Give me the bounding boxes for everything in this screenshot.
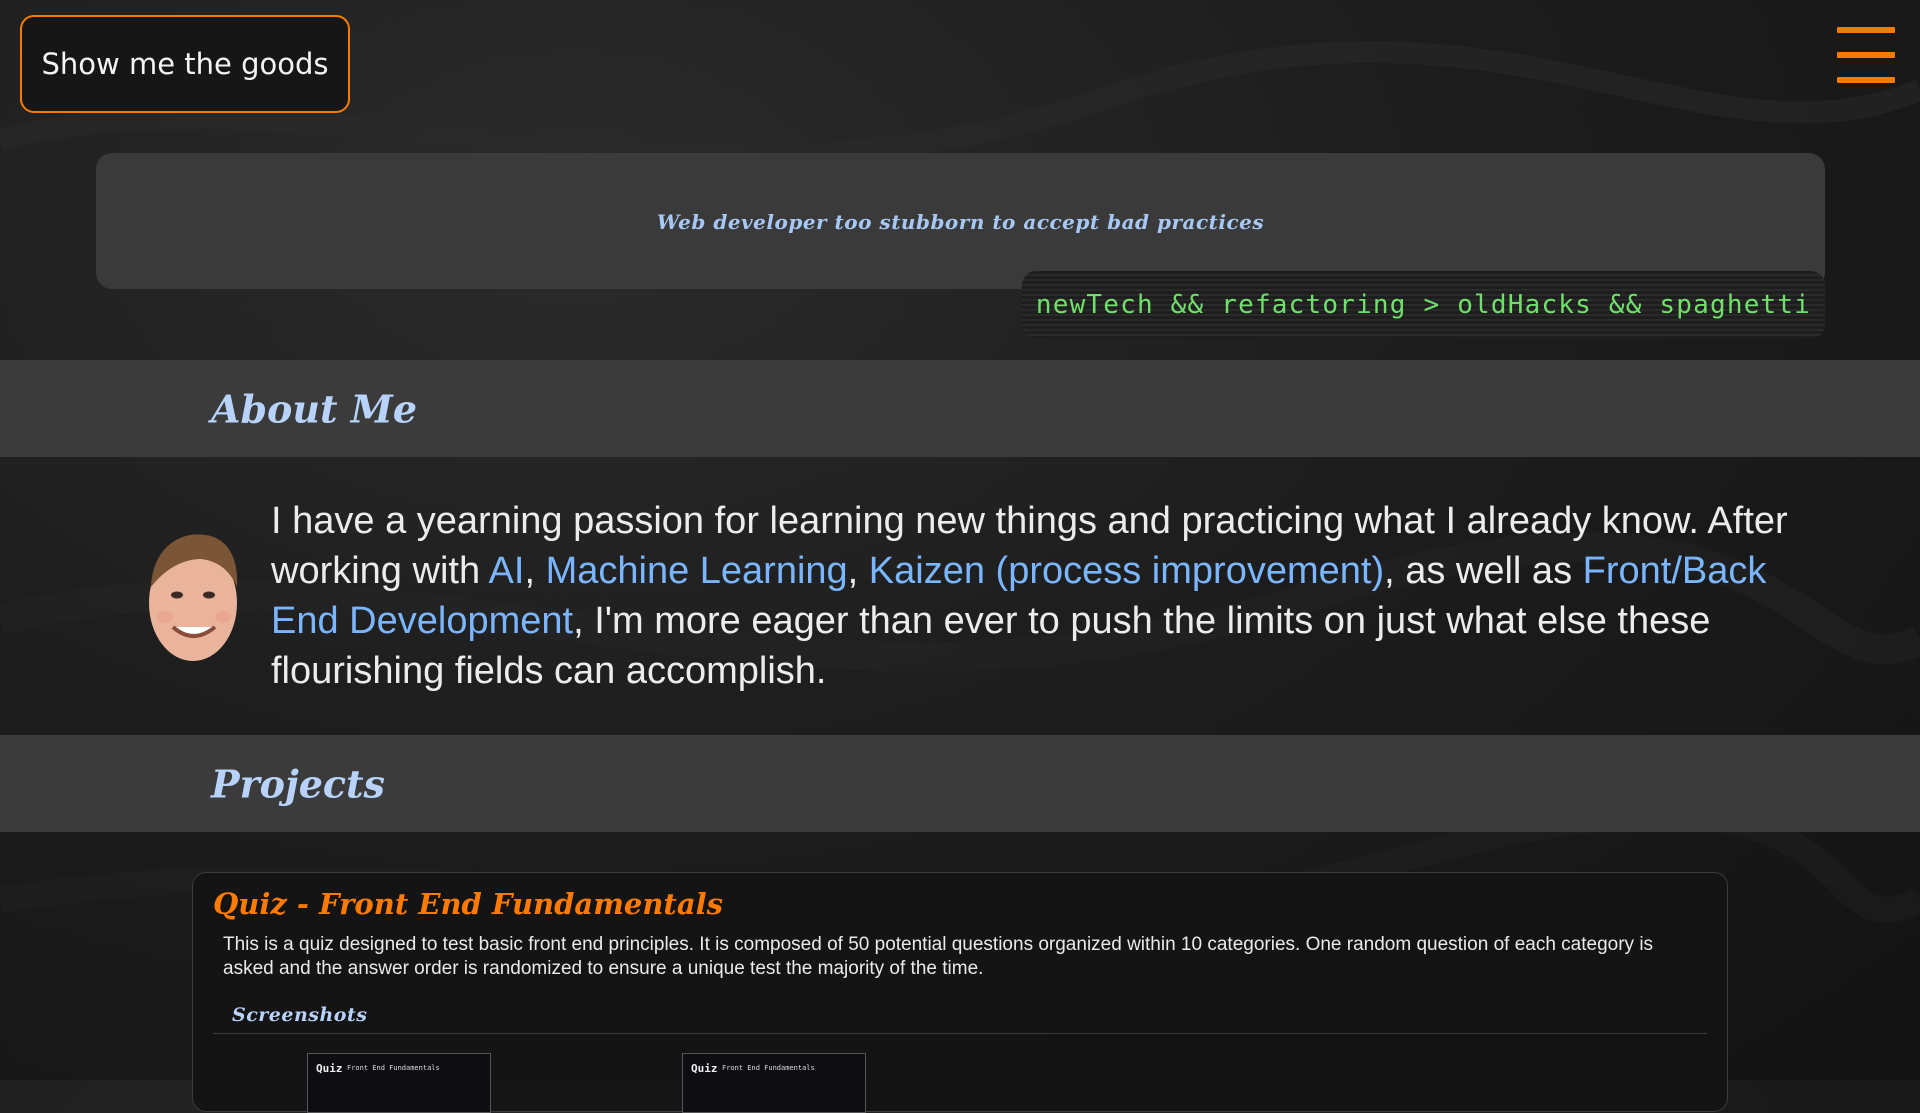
divider (213, 1033, 1707, 1034)
screenshots-heading: Screenshots (232, 1004, 368, 1026)
about-text-part: , as well as (1384, 550, 1583, 592)
hero-banner: Web developer too stubborn to accept bad… (96, 153, 1825, 289)
avatar (149, 534, 238, 661)
about-text-part: , (847, 550, 869, 592)
link-machine-learning[interactable]: Machine Learning (546, 550, 848, 592)
hero-tagline: Web developer too stubborn to accept bad… (656, 210, 1265, 234)
about-paragraph: I have a yearning passion for learning n… (271, 496, 1801, 696)
thumbnail-title: Quiz (691, 1062, 718, 1075)
code-snippet: newTech && refactoring > oldHacks && spa… (1022, 271, 1825, 339)
code-line: newTech && refactoring > oldHacks && spa… (1035, 290, 1812, 320)
project-description: This is a quiz designed to test basic fr… (223, 934, 1654, 979)
link-ai[interactable]: AI (489, 550, 525, 592)
screenshot-thumbnail[interactable]: Quiz Front End Fundamentals (307, 1053, 491, 1113)
hamburger-icon[interactable] (1837, 25, 1895, 85)
about-heading: About Me (211, 386, 418, 431)
thumbnail-subtitle: Front End Fundamentals (722, 1064, 815, 1072)
thumbnail-subtitle: Front End Fundamentals (347, 1064, 440, 1072)
about-section-header: About Me (0, 360, 1920, 457)
thumbnail-title: Quiz (316, 1062, 343, 1075)
projects-section-header: Projects (0, 735, 1920, 832)
screenshot-thumbnail[interactable]: Quiz Front End Fundamentals (682, 1053, 866, 1113)
show-goods-button[interactable]: Show me the goods (20, 15, 350, 113)
projects-heading: Projects (211, 761, 385, 806)
link-kaizen[interactable]: Kaizen (process improvement) (869, 550, 1384, 592)
project-card: Quiz - Front End Fundamentals This is a … (192, 872, 1728, 1113)
project-title: Quiz - Front End Fundamentals (213, 887, 723, 921)
about-text-part: , (524, 550, 546, 592)
